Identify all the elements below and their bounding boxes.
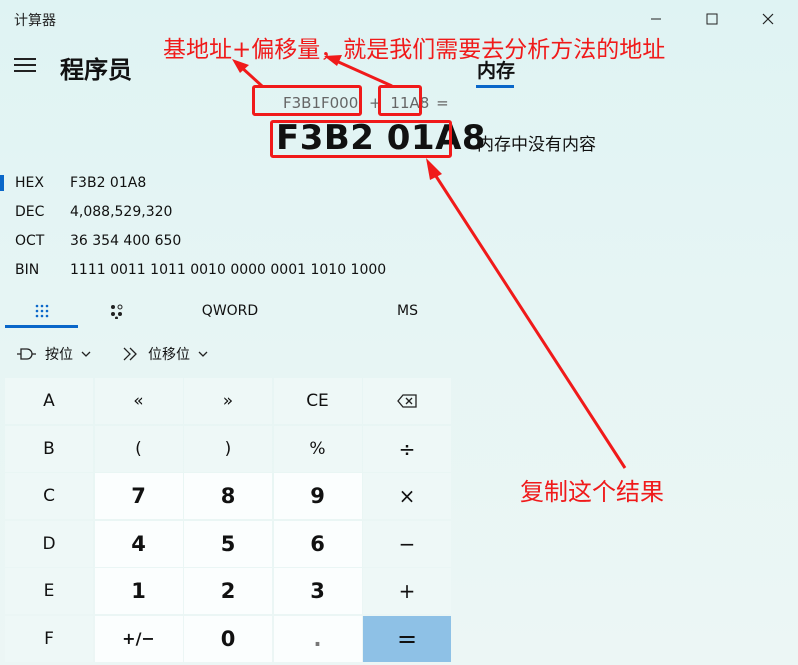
key-negate[interactable]: +/−: [94, 615, 183, 662]
key-shift-right[interactable]: »: [184, 378, 272, 424]
close-button[interactable]: [745, 0, 791, 38]
key-hex-e[interactable]: E: [5, 568, 93, 614]
annotation-bottom-note: 复制这个结果: [520, 478, 664, 506]
annotation-arrow-result: [430, 169, 627, 469]
radix-value: F3B2 01A8: [70, 175, 147, 191]
key-6[interactable]: 6: [273, 520, 362, 567]
radix-row-oct[interactable]: OCT 36 354 400 650: [15, 227, 455, 255]
bitshift-label: 位移位: [148, 347, 190, 363]
annotation-top-note: 基地址+偏移量，就是我们需要去分析方法的地址: [163, 37, 666, 63]
radix-value: 4,088,529,320: [70, 204, 173, 220]
key-hex-b[interactable]: B: [5, 425, 93, 472]
close-icon: [762, 13, 774, 25]
keypad: A « » CE B ( ) % ÷ C 7 8 9 × D 4 5 6 − E…: [5, 378, 452, 662]
word-size-button[interactable]: QWORD: [160, 296, 300, 326]
key-close-paren[interactable]: ): [184, 425, 272, 472]
key-hex-c[interactable]: C: [5, 473, 93, 519]
key-clear-entry[interactable]: CE: [273, 378, 362, 424]
radix-value: 36 354 400 650: [70, 233, 182, 249]
annotation-box-base: [252, 85, 362, 116]
key-minus[interactable]: −: [363, 520, 451, 567]
key-hex-d[interactable]: D: [5, 520, 93, 567]
key-7[interactable]: 7: [94, 473, 183, 519]
key-9[interactable]: 9: [273, 473, 362, 519]
key-decimal[interactable]: .: [273, 615, 362, 662]
key-divide[interactable]: ÷: [363, 425, 451, 472]
key-multiply[interactable]: ×: [363, 473, 451, 519]
key-4[interactable]: 4: [94, 520, 183, 567]
window-title: 计算器: [14, 13, 56, 29]
memory-tab-indicator: [476, 85, 514, 88]
annotation-box-result: [270, 120, 452, 158]
key-shift-left[interactable]: «: [94, 378, 183, 424]
key-plus[interactable]: +: [363, 568, 451, 614]
maximize-button[interactable]: [689, 0, 735, 38]
radix-row-bin[interactable]: BIN 1111 0011 1011 0010 0000 0001 1010 1…: [15, 256, 455, 284]
memory-store-button[interactable]: MS: [370, 296, 445, 326]
memory-empty-text: 内存中没有内容: [477, 135, 596, 155]
minimize-icon: [651, 18, 661, 20]
key-0[interactable]: 0: [184, 615, 272, 662]
key-3[interactable]: 3: [273, 568, 362, 614]
mode-title: 程序员: [60, 56, 132, 84]
radix-name: DEC: [15, 204, 45, 220]
key-equals[interactable]: =: [363, 615, 451, 662]
key-2[interactable]: 2: [184, 568, 272, 614]
annotation-box-offset: [378, 85, 422, 116]
radix-value: 1111 0011 1011 0010 0000 0001 1010 1000: [70, 262, 387, 278]
key-open-paren[interactable]: (: [94, 425, 183, 472]
bit-shift-icon: [122, 346, 140, 362]
key-backspace[interactable]: [363, 378, 451, 424]
chevron-down-icon: [81, 350, 91, 358]
annotation-arrow-base: [238, 64, 264, 88]
keypad-icon: [35, 304, 48, 318]
tab-full-keypad[interactable]: [5, 296, 78, 326]
radix-name: OCT: [15, 233, 45, 249]
key-5[interactable]: 5: [184, 520, 272, 567]
bitwise-label: 按位: [45, 347, 73, 363]
logic-gate-icon: [15, 347, 37, 361]
chevron-down-icon: [198, 350, 208, 358]
bit-toggle-icon: [110, 304, 122, 319]
maximize-icon: [706, 13, 718, 25]
radix-name: HEX: [15, 175, 44, 191]
keypad-tab-indicator: [5, 325, 78, 328]
tab-bit-toggling[interactable]: [80, 296, 153, 326]
bitshift-dropdown[interactable]: 位移位: [122, 340, 208, 368]
backspace-icon: [397, 394, 417, 408]
expression-equals: =: [436, 94, 449, 112]
key-1[interactable]: 1: [94, 568, 183, 614]
radix-name: BIN: [15, 262, 40, 278]
bitwise-dropdown[interactable]: 按位: [15, 340, 91, 368]
hex-selected-indicator: [0, 175, 4, 191]
hamburger-menu-icon[interactable]: [14, 58, 36, 74]
key-percent[interactable]: %: [273, 425, 362, 472]
radix-row-dec[interactable]: DEC 4,088,529,320: [15, 198, 455, 226]
key-hex-f[interactable]: F: [5, 615, 93, 662]
radix-row-hex[interactable]: HEX F3B2 01A8: [15, 169, 455, 197]
key-8[interactable]: 8: [184, 473, 272, 519]
key-hex-a[interactable]: A: [5, 378, 93, 424]
